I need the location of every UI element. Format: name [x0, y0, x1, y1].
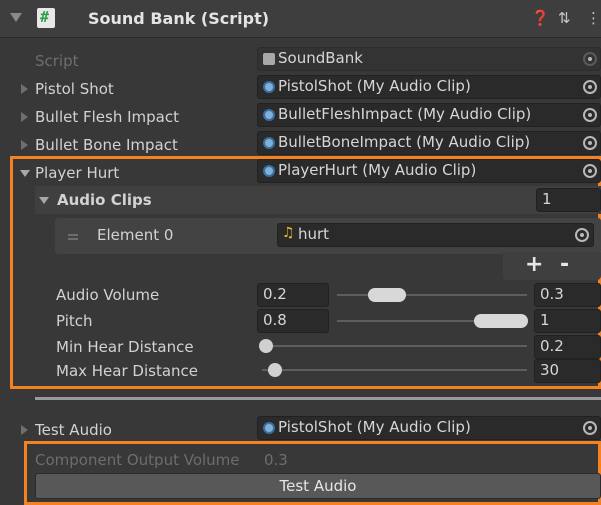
object-picker-icon[interactable] — [575, 228, 589, 242]
script-label: Script — [35, 52, 79, 70]
audio-clip-icon — [263, 109, 275, 121]
test-audio-row: Test Audio PistolShot (My Audio Clip) — [0, 416, 601, 444]
min-hear-distance-field[interactable]: 0.2 — [534, 335, 601, 359]
pitch-range-thumb[interactable] — [474, 314, 528, 328]
output-volume-value: 0.3 — [264, 451, 288, 469]
pistol-shot-row: Pistol Shot PistolShot (My Audio Clip) — [0, 75, 601, 103]
player-hurt-label: Player Hurt — [35, 164, 120, 182]
max-hear-distance-row: Max Hear Distance 30 — [0, 357, 601, 385]
object-picker-icon[interactable] — [583, 421, 597, 435]
max-hear-distance-track[interactable] — [262, 369, 527, 371]
audio-clips-label: Audio Clips — [57, 191, 152, 209]
object-picker-icon[interactable] — [583, 80, 597, 94]
script-value: SoundBank — [278, 49, 363, 67]
preset-sliders-icon[interactable]: ⇅ — [558, 9, 571, 27]
audio-volume-row: Audio Volume 0.2 0.3 — [0, 281, 601, 309]
script-icon — [37, 8, 55, 28]
pistol-shot-value: PistolShot (My Audio Clip) — [278, 77, 471, 95]
bullet-flesh-impact-label: Bullet Flesh Impact — [35, 108, 180, 126]
element-field[interactable]: ♫ hurt — [277, 223, 594, 247]
max-hear-distance-field[interactable]: 30 — [534, 359, 601, 383]
audio-volume-range-thumb[interactable] — [368, 288, 406, 302]
audio-volume-label: Audio Volume — [56, 286, 160, 304]
expand-arrow-icon[interactable] — [21, 140, 28, 150]
min-hear-distance-track[interactable] — [262, 345, 527, 347]
output-volume-row: Component Output Volume 0.3 — [0, 446, 601, 474]
audio-volume-min-value: 0.2 — [263, 285, 287, 303]
test-audio-value: PistolShot (My Audio Clip) — [278, 418, 471, 436]
script-field: SoundBank — [257, 47, 601, 71]
audio-file-icon: ♫ — [282, 225, 295, 241]
script-row: Script SoundBank — [0, 47, 601, 75]
pitch-min-value: 0.8 — [263, 311, 287, 329]
bullet-bone-impact-field[interactable]: BulletBoneImpact (My Audio Clip) — [257, 131, 601, 155]
script-asset-icon — [263, 53, 275, 65]
audio-clips-header[interactable]: Audio Clips 1 — [35, 186, 601, 214]
bullet-bone-impact-label: Bullet Bone Impact — [35, 136, 178, 154]
component-header[interactable]: Sound Bank (Script) ❓ ⇅ ⋮ — [0, 0, 601, 38]
drag-handle-icon[interactable] — [68, 234, 78, 236]
expand-arrow-icon[interactable] — [21, 84, 28, 94]
object-picker-icon[interactable] — [583, 164, 597, 178]
player-hurt-field[interactable]: PlayerHurt (My Audio Clip) — [257, 159, 601, 183]
component-title: Sound Bank (Script) — [88, 9, 270, 28]
bullet-flesh-impact-value: BulletFleshImpact (My Audio Clip) — [278, 105, 532, 123]
audio-clips-count[interactable]: 1 — [536, 188, 601, 212]
expand-arrow-icon[interactable] — [21, 425, 28, 435]
audio-clip-icon — [263, 165, 275, 177]
help-icon[interactable]: ❓ — [531, 9, 550, 27]
min-hear-distance-value: 0.2 — [540, 337, 564, 355]
list-item: Element 0 ♫ hurt — [55, 218, 601, 254]
pitch-min-field[interactable]: 0.8 — [257, 309, 329, 333]
output-volume-label: Component Output Volume — [35, 451, 240, 469]
kebab-menu-icon[interactable]: ⋮ — [586, 9, 601, 27]
pistol-shot-field[interactable]: PistolShot (My Audio Clip) — [257, 75, 601, 99]
max-hear-distance-value: 30 — [540, 361, 560, 379]
list-controls: + - — [503, 252, 601, 280]
pitch-max-value: 1 — [540, 311, 550, 329]
bullet-flesh-impact-row: Bullet Flesh Impact BulletFleshImpact (M… — [0, 103, 601, 131]
test-audio-button[interactable]: Test Audio — [35, 473, 601, 499]
audio-volume-min-field[interactable]: 0.2 — [257, 283, 329, 307]
expand-arrow-icon[interactable] — [21, 112, 28, 122]
collapse-arrow-icon[interactable] — [39, 197, 49, 204]
audio-volume-max-field[interactable]: 0.3 — [534, 283, 601, 307]
bullet-bone-impact-value: BulletBoneImpact (My Audio Clip) — [278, 133, 531, 151]
drag-handle-icon[interactable] — [68, 238, 78, 240]
test-audio-label: Test Audio — [35, 421, 112, 439]
object-picker-icon — [583, 52, 597, 66]
bullet-bone-impact-row: Bullet Bone Impact BulletBoneImpact (My … — [0, 131, 601, 159]
pitch-label: Pitch — [56, 312, 93, 330]
pistol-shot-label: Pistol Shot — [35, 80, 114, 98]
element-value: hurt — [298, 225, 330, 243]
min-hear-distance-label: Min Hear Distance — [56, 338, 194, 356]
test-audio-field[interactable]: PistolShot (My Audio Clip) — [257, 416, 601, 440]
player-hurt-value: PlayerHurt (My Audio Clip) — [278, 161, 477, 179]
max-hear-distance-slider-thumb[interactable] — [268, 363, 282, 377]
collapse-arrow-icon[interactable] — [20, 170, 30, 177]
section-divider — [35, 397, 601, 400]
object-picker-icon[interactable] — [583, 108, 597, 122]
collapse-arrow-icon[interactable] — [10, 13, 22, 22]
audio-clip-icon — [263, 81, 275, 93]
audio-volume-max-value: 0.3 — [540, 285, 564, 303]
audio-clip-icon — [263, 137, 275, 149]
pitch-row: Pitch 0.8 1 — [0, 307, 601, 335]
bullet-flesh-impact-field[interactable]: BulletFleshImpact (My Audio Clip) — [257, 103, 601, 127]
audio-clips-count-value: 1 — [542, 190, 552, 208]
pitch-max-field[interactable]: 1 — [534, 309, 601, 333]
max-hear-distance-label: Max Hear Distance — [56, 362, 199, 380]
element-label: Element 0 — [97, 226, 174, 244]
add-element-button[interactable]: + — [525, 252, 543, 277]
player-hurt-row: Player Hurt PlayerHurt (My Audio Clip) — [0, 159, 601, 187]
audio-volume-track[interactable] — [337, 294, 527, 296]
remove-element-button[interactable]: - — [560, 252, 569, 277]
min-hear-distance-slider-thumb[interactable] — [259, 339, 273, 353]
audio-clip-icon — [263, 422, 275, 434]
object-picker-icon[interactable] — [583, 136, 597, 150]
